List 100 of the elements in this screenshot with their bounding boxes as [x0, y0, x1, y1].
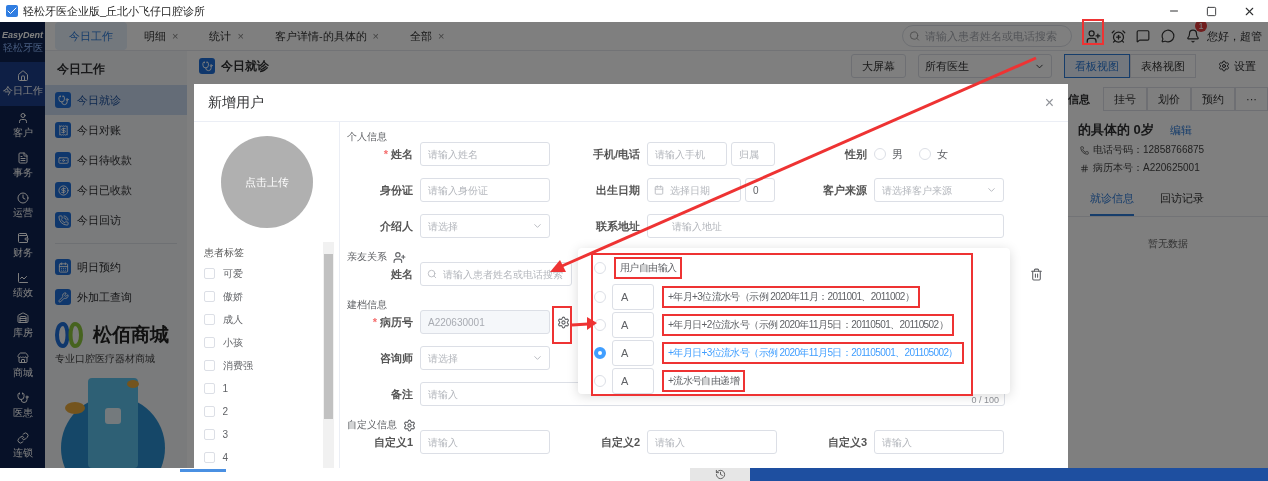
tag-label: 傲娇 — [222, 289, 243, 304]
radio-option[interactable]: 女 — [919, 146, 948, 162]
close-button[interactable]: × — [1044, 93, 1054, 112]
nav-item[interactable]: 绩效 — [0, 266, 45, 306]
coin-icon — [55, 182, 71, 198]
view-toggle[interactable]: 看板视图 — [1064, 54, 1130, 78]
prefix-field[interactable]: A — [612, 367, 654, 394]
window-title: 轻松牙医企业版_丘北小飞仔口腔诊所 — [23, 3, 206, 19]
field-label: * 病历号 — [371, 314, 413, 330]
settings-icon[interactable] — [557, 315, 570, 329]
checkbox[interactable] — [203, 452, 215, 463]
edit-link[interactable]: 编辑 — [1169, 122, 1192, 138]
select-field[interactable]: 请选择 — [420, 214, 550, 238]
message-icon[interactable] — [1136, 29, 1150, 43]
big-screen-button[interactable]: 大屏幕 — [851, 54, 906, 78]
doctor-select[interactable]: 所有医生 — [918, 54, 1052, 78]
field-label: 性别 — [843, 146, 867, 162]
tag-label: 2 — [222, 406, 229, 417]
region-field[interactable]: 归属 — [731, 142, 775, 166]
action-button[interactable]: 挂号 — [1103, 87, 1147, 111]
menu-item[interactable]: 今日回访 — [45, 205, 187, 235]
tab[interactable]: 统计 × — [195, 22, 258, 50]
pointer-arrow — [571, 317, 597, 330]
select-field[interactable]: 请选择 — [420, 346, 550, 370]
nav-item[interactable]: 客户 — [0, 106, 45, 146]
date-field[interactable]: 选择日期 — [647, 178, 741, 202]
add-person-icon[interactable] — [1085, 28, 1101, 44]
checkbox[interactable] — [203, 429, 215, 440]
field-label: 备注 — [390, 386, 413, 402]
phone-field[interactable]: 请输入手机 — [647, 142, 727, 166]
close-button[interactable]: × — [438, 30, 445, 42]
checkbox[interactable] — [203, 268, 215, 279]
settings-icon[interactable] — [403, 418, 416, 432]
close-button[interactable]: × — [372, 30, 379, 42]
scroll-indicator — [180, 469, 226, 472]
settings-button[interactable]: 设置 — [1218, 58, 1256, 74]
notification-badge: 1 — [1195, 22, 1207, 32]
nav-item[interactable]: 运营 — [0, 186, 45, 226]
radio-button[interactable] — [594, 346, 606, 359]
menu-item[interactable]: 今日对账 — [45, 115, 187, 145]
menu-item[interactable]: 今日就诊 — [45, 85, 187, 115]
tab[interactable]: 回访记录 — [1160, 191, 1204, 216]
panel-title: 今日工作 — [56, 60, 106, 78]
action-button[interactable]: 预约 — [1191, 87, 1235, 111]
prefix-field[interactable]: A — [612, 339, 654, 366]
chat-icon[interactable] — [1161, 29, 1175, 43]
select-field[interactable]: 请选择客户来源 — [874, 178, 1004, 202]
highlight-frame — [1082, 19, 1104, 45]
tab[interactable]: 全部 × — [396, 22, 459, 50]
clock-plus-icon[interactable] — [1110, 28, 1126, 44]
view-toggle[interactable]: 表格视图 — [1130, 54, 1196, 78]
action-button[interactable]: 划价 — [1147, 87, 1191, 111]
nav-item[interactable]: 库房 — [0, 306, 45, 346]
search-icon — [909, 30, 920, 42]
calendar-icon — [654, 185, 664, 195]
page-title: 今日就诊 — [221, 57, 269, 75]
checkbox[interactable] — [203, 337, 215, 348]
menu-item[interactable]: 明日预约 — [45, 252, 187, 282]
nav-item[interactable]: 事务 — [0, 146, 45, 186]
nav-item[interactable]: 今日工作 — [0, 62, 45, 106]
stethoscope-icon — [199, 58, 215, 74]
phone-number: 电话号码：12858766875 — [1093, 143, 1205, 157]
checkbox[interactable] — [203, 360, 215, 371]
checkbox[interactable] — [203, 383, 215, 394]
tab[interactable]: 今日工作 — [55, 22, 127, 50]
bell-icon[interactable] — [1186, 29, 1200, 43]
checkbox[interactable] — [203, 314, 215, 325]
panel-title: 信息 — [1068, 91, 1090, 107]
scrollbar[interactable] — [322, 242, 334, 468]
close-button[interactable]: × — [172, 30, 179, 42]
add-person-icon[interactable] — [393, 250, 406, 264]
trash-icon[interactable] — [1030, 267, 1043, 281]
checkbox[interactable] — [203, 406, 215, 417]
tab[interactable]: 就诊信息 — [1090, 191, 1134, 216]
text-field[interactable]: 请输入 — [647, 430, 777, 454]
age-field[interactable]: 0 — [745, 178, 775, 202]
nav-item[interactable]: 医患 — [0, 386, 45, 426]
user-greeting[interactable]: 您好，超管 — [1207, 28, 1262, 44]
prefix-field[interactable]: A — [612, 283, 654, 310]
radio-option[interactable]: 男 — [874, 146, 903, 162]
history-icon[interactable] — [714, 469, 726, 480]
field-label: 手机/电话 — [591, 146, 640, 162]
nav-item[interactable]: 连锁 — [0, 426, 45, 466]
nav-item[interactable]: 财务 — [0, 226, 45, 266]
checkbox[interactable] — [203, 291, 215, 302]
text-field[interactable]: 请输入姓名 — [420, 142, 550, 166]
maximize-icon[interactable] — [1206, 5, 1217, 17]
text-field[interactable]: 请输入 — [874, 430, 1004, 454]
tab[interactable]: 客户详情-的具体的 × — [260, 22, 393, 50]
nav-item[interactable]: 商城 — [0, 346, 45, 386]
address-field[interactable]: 请输入地址 — [647, 214, 1004, 238]
action-button[interactable]: ··· — [1235, 87, 1268, 111]
text-field[interactable]: 请输入身份证 — [420, 178, 550, 202]
menu-item[interactable]: 今日已收款 — [45, 175, 187, 205]
tab[interactable]: 明细 × — [130, 22, 193, 50]
text-field[interactable]: 请输入 — [420, 430, 550, 454]
menu-item[interactable]: 今日待收款 — [45, 145, 187, 175]
prefix-field[interactable]: A — [612, 311, 654, 338]
close-button[interactable]: × — [237, 30, 244, 42]
menu-item[interactable]: 外加工查询 — [45, 282, 187, 312]
